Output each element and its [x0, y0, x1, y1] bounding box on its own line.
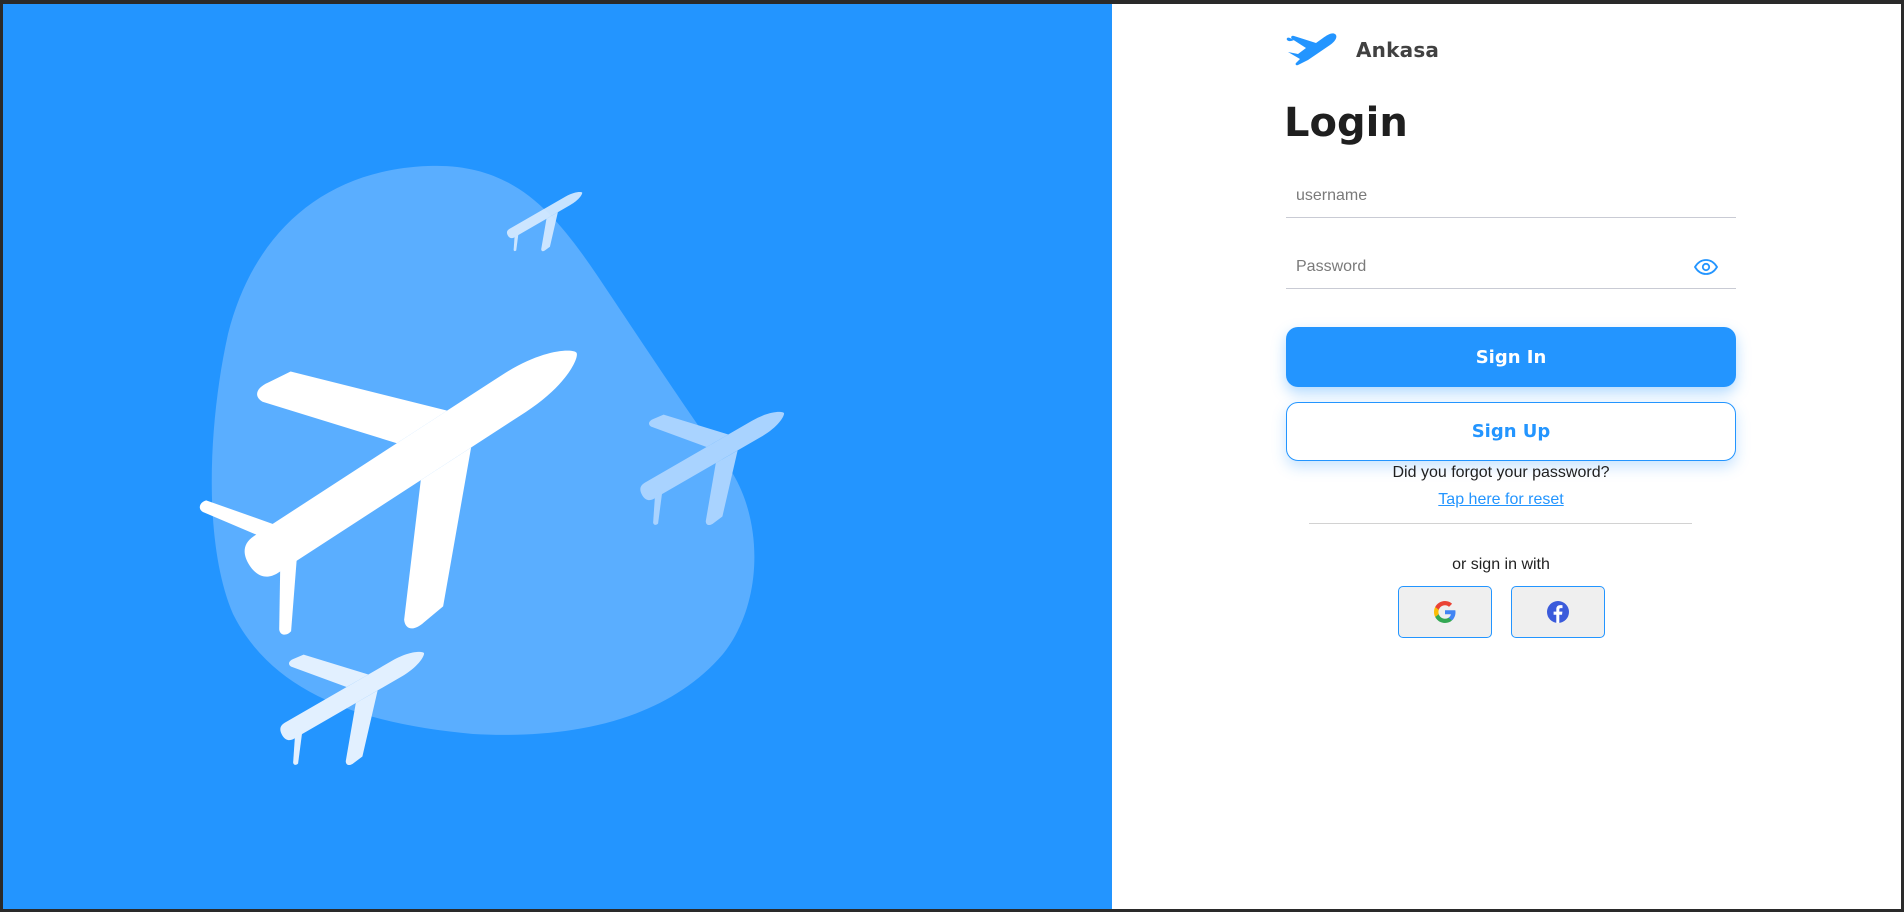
sign-in-button[interactable]: Sign In	[1286, 327, 1736, 387]
sign-up-button[interactable]: Sign Up	[1286, 402, 1736, 461]
username-input[interactable]	[1286, 174, 1736, 217]
username-field-wrapper	[1286, 174, 1736, 218]
airplane-logo-icon	[1286, 33, 1337, 66]
facebook-sign-in-button[interactable]	[1511, 586, 1605, 638]
google-sign-in-button[interactable]	[1398, 586, 1492, 638]
google-icon	[1434, 601, 1456, 623]
hero-panel	[3, 4, 1112, 909]
password-field-wrapper	[1286, 245, 1736, 289]
hero-illustration	[199, 165, 785, 765]
brand[interactable]: Ankasa	[1286, 30, 1439, 70]
page-title: Login	[1284, 100, 1408, 146]
facebook-icon	[1547, 601, 1569, 623]
or-sign-in-with-text: or sign in with	[1452, 556, 1550, 573]
divider	[1309, 523, 1692, 524]
app-window: Ankasa Login Sign In Sign Up Did you for…	[3, 4, 1901, 909]
brand-name: Ankasa	[1356, 38, 1440, 62]
login-panel: Ankasa Login Sign In Sign Up Did you for…	[1112, 4, 1901, 909]
blob-shape	[211, 165, 755, 735]
eye-icon[interactable]	[1694, 259, 1718, 275]
forgot-password-text: Did you forgot your password?	[1392, 464, 1610, 481]
reset-password-link[interactable]: Tap here for reset	[1286, 491, 1716, 509]
password-input[interactable]	[1286, 245, 1736, 288]
